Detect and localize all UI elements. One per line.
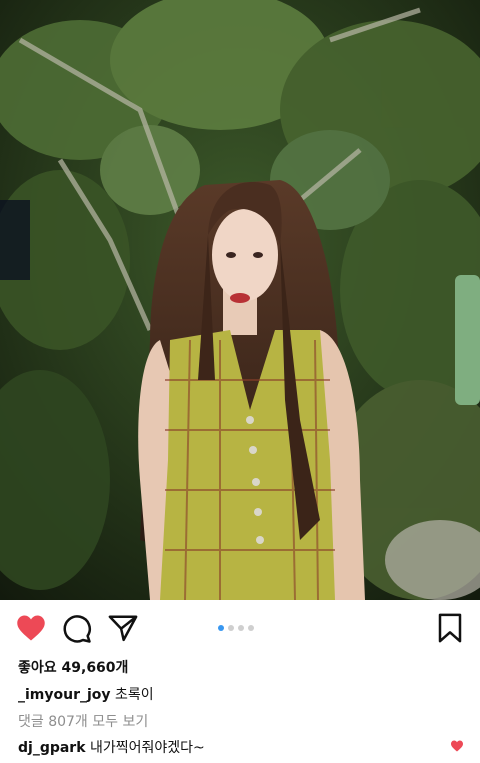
comment-text: 내가찍어줘야겠다~ — [89, 740, 205, 756]
caption-username[interactable]: _imyour_joy — [18, 687, 111, 703]
carousel-dot-active — [218, 625, 224, 631]
view-all-comments-link[interactable]: 댓글 807개 모두 보기 — [18, 711, 148, 731]
heart-icon[interactable] — [16, 614, 46, 642]
photo-illustration — [0, 0, 480, 600]
caption-text: 초록이 — [115, 687, 154, 703]
comment-icon[interactable] — [62, 614, 92, 644]
likes-count[interactable]: 좋아요 49,660개 — [18, 657, 128, 677]
carousel-indicator — [218, 625, 254, 633]
comment-username[interactable]: dj_gpark — [18, 740, 86, 756]
action-bar — [0, 600, 480, 656]
post-photo[interactable] — [0, 0, 480, 600]
carousel-dot — [238, 625, 244, 631]
carousel-dot — [228, 625, 234, 631]
small-heart-icon[interactable] — [450, 740, 464, 752]
carousel-dot — [248, 625, 254, 631]
bookmark-icon[interactable] — [437, 613, 463, 643]
caption: _imyour_joy 초록이 — [18, 684, 154, 704]
comment: dj_gpark 내가찍어줘야겠다~ — [18, 737, 205, 757]
send-icon[interactable] — [108, 614, 138, 642]
